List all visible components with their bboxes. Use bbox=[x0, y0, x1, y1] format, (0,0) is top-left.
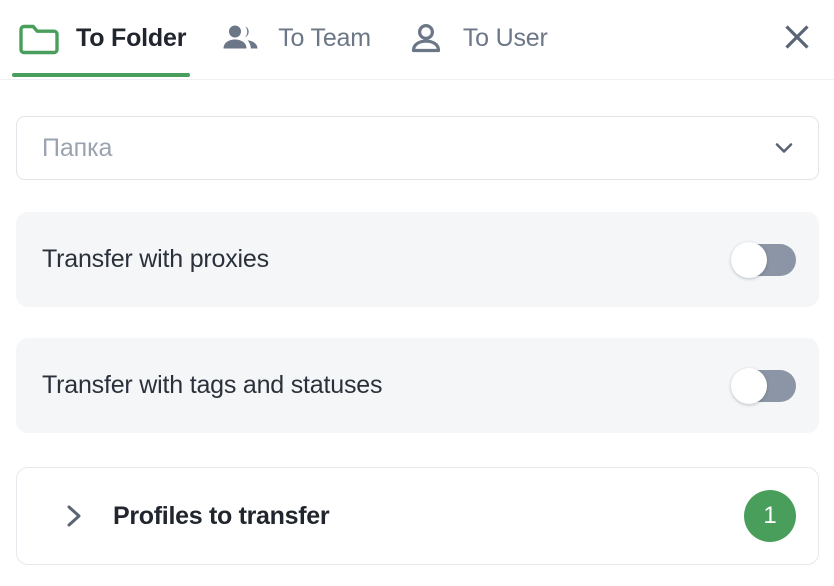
tab-to-team-label: To Team bbox=[278, 24, 371, 52]
toggle-knob bbox=[731, 367, 767, 404]
close-icon bbox=[781, 21, 813, 58]
users-icon bbox=[218, 19, 264, 59]
transfer-profiles-modal: To Folder To Team To User Папка Transfer… bbox=[0, 0, 834, 586]
tab-bar: To Folder To Team To User bbox=[0, 0, 834, 80]
option-row-transfer-with-tags-and-statuses[interactable]: Transfer with tags and statuses bbox=[16, 338, 819, 433]
tab-to-user[interactable]: To User bbox=[387, 0, 564, 77]
tab-to-folder[interactable]: To Folder bbox=[0, 0, 202, 77]
tab-to-folder-label: To Folder bbox=[76, 24, 187, 52]
folder-icon bbox=[16, 19, 62, 59]
tab-to-user-label: To User bbox=[462, 24, 548, 52]
folder-select-placeholder: Папка bbox=[42, 133, 113, 162]
option-label-transfer-with-proxies: Transfer with proxies bbox=[42, 245, 269, 273]
user-icon bbox=[403, 19, 449, 59]
modal-body: Папка Transfer with proxies Transfer wit… bbox=[0, 80, 834, 586]
profiles-to-transfer-title: Profiles to transfer bbox=[113, 501, 330, 530]
toggle-transfer-with-proxies[interactable] bbox=[731, 241, 796, 278]
profiles-count-badge: 1 bbox=[744, 490, 796, 542]
toggle-transfer-with-tags-and-statuses[interactable] bbox=[731, 367, 796, 404]
option-row-transfer-with-proxies[interactable]: Transfer with proxies bbox=[16, 212, 819, 307]
folder-select[interactable]: Папка bbox=[16, 116, 819, 180]
toggle-knob bbox=[731, 241, 767, 278]
close-button[interactable] bbox=[774, 16, 820, 62]
chevron-down-icon bbox=[770, 134, 798, 162]
chevron-right-icon[interactable] bbox=[59, 501, 89, 531]
tab-to-team[interactable]: To Team bbox=[202, 0, 387, 77]
option-label-transfer-with-tags-and-statuses: Transfer with tags and statuses bbox=[42, 371, 383, 399]
tab-active-indicator bbox=[12, 73, 191, 77]
profiles-to-transfer-section[interactable]: Profiles to transfer 1 bbox=[16, 467, 819, 565]
